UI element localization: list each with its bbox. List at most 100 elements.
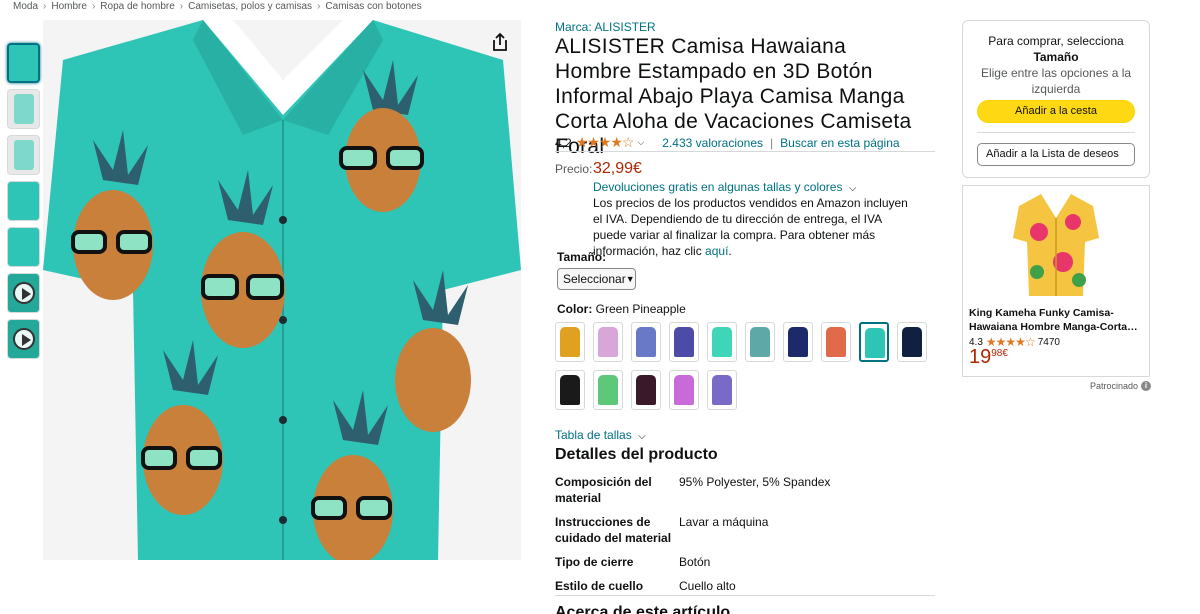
size-select-value: Seleccionar [563,272,626,286]
swatch-shirt-image [902,327,922,357]
color-swatch[interactable] [859,322,889,362]
details-value: Cuello alto [679,579,736,593]
color-value: Green Pineapple [595,302,686,316]
color-label: Color: [557,302,593,316]
add-to-cart-button[interactable]: Añadir a la cesta [977,100,1135,123]
breadcrumb: Moda › Hombre › Ropa de hombre › Camisetas, po… [13,1,422,12]
size-label: Tamaño: [557,250,607,264]
swatch-shirt-image [598,375,618,405]
swatch-shirt-image [636,375,656,405]
color-swatch[interactable] [821,322,851,362]
swatch-shirt-image [750,327,770,357]
details-key: Instrucciones de cuidado del material [555,515,672,545]
thumbnail-5[interactable] [7,227,40,267]
color-swatch[interactable] [555,322,585,362]
tax-info-text: Los precios de los productos vendidos en… [593,196,908,258]
shirt-image [43,20,521,560]
color-swatch[interactable] [707,322,737,362]
add-to-wishlist-button[interactable]: Añadir a la Lista de deseos [977,143,1135,166]
thumbnail-video-2[interactable] [7,319,40,359]
ad-price-currency: € [1002,348,1008,359]
color-swatch[interactable] [669,370,699,410]
breadcrumb-item-camisas-botones[interactable]: Camisas con botones [325,1,421,12]
thumbnail-list [7,43,40,365]
details-table: Composición del material 95% Polyester, … [555,474,855,602]
buy-box-message: Para comprar, selecciona Tamaño Elige en… [963,33,1149,97]
breadcrumb-separator: › [91,1,96,12]
returns-link[interactable]: Devoluciones gratis en algunas tallas y … [593,180,856,194]
details-value: Lavar a máquina [679,515,769,529]
swatch-shirt-image [674,327,694,357]
swatch-shirt-image [826,327,846,357]
price-label: Precio: [555,162,593,176]
breadcrumb-separator: › [179,1,184,12]
breadcrumb-item-camisetas[interactable]: Camisetas, polos y camisas [188,1,312,12]
star-rating-icon[interactable]: ★★★★☆ [576,134,635,151]
chevron-down-icon: ⌵ [848,183,857,194]
swatch-shirt-image [560,327,580,357]
ad-product-image[interactable] [1013,192,1099,298]
swatch-shirt-image [788,327,808,357]
ad-price-fraction: 98 [991,348,1003,359]
thumbnail-4[interactable] [7,181,40,221]
color-swatch[interactable] [631,370,661,410]
color-swatch[interactable] [593,322,623,362]
swatch-shirt-image [712,375,732,405]
brand-link[interactable]: Marca: ALISISTER [555,20,656,34]
color-row: Color: Green Pineapple [557,302,686,316]
ad-price-whole: 19 [969,346,992,368]
divider [555,595,935,596]
swatch-shirt-image [712,327,732,357]
size-select[interactable]: Seleccionar ▼ [557,268,636,290]
tax-info-link[interactable]: aquí [705,244,728,258]
swatch-shirt-image [636,327,656,357]
details-key: Tipo de cierre [555,555,634,569]
thumbnail-video-1[interactable] [7,273,40,313]
color-swatch[interactable] [631,322,661,362]
color-swatch[interactable] [707,370,737,410]
color-swatch[interactable] [669,322,699,362]
main-product-image[interactable] [43,20,521,560]
chevron-down-icon[interactable]: ⌵ [637,137,644,148]
details-row: Estilo de cuello Cuello alto [555,578,855,594]
share-icon[interactable] [490,32,510,52]
sponsored-label[interactable]: Patrocinado i [1090,381,1152,391]
ratings-count-link[interactable]: 2.433 valoraciones [662,136,763,150]
details-value: Botón [679,555,711,569]
rating-row: 4,2 ★★★★☆ ⌵ 2.433 valoraciones | Buscar … [555,134,900,151]
details-row: Composición del material 95% Polyester, … [555,474,855,506]
thumbnail-1[interactable] [7,43,40,83]
breadcrumb-item-hombre[interactable]: Hombre [51,1,87,12]
search-page-link[interactable]: Buscar en esta página [780,136,899,150]
info-icon[interactable]: i [1141,381,1152,391]
breadcrumb-item-ropa[interactable]: Ropa de hombre [100,1,175,12]
color-swatch[interactable] [745,322,775,362]
buy-box-message-line-1: Para comprar, selecciona [988,34,1124,48]
color-swatch[interactable] [593,370,623,410]
color-swatch[interactable] [897,322,927,362]
details-row: Tipo de cierre Botón [555,554,855,570]
details-key: Composición del material [555,475,652,505]
tax-info: Los precios de los productos vendidos en… [593,196,908,258]
chevron-down-icon: ▼ [625,274,635,284]
thumbnail-3[interactable] [7,135,40,175]
ad-title[interactable]: King Kameha Funky Camisa-Hawaiana Hombre… [969,306,1145,334]
details-key: Estilo de cuello [555,579,644,593]
size-table-text: Tabla de tallas [555,428,632,442]
color-swatch[interactable] [555,370,585,410]
breadcrumb-item-moda[interactable]: Moda [13,1,38,12]
color-swatch[interactable] [783,322,813,362]
size-table-link[interactable]: Tabla de tallas ⌵ [555,428,646,442]
play-icon [13,282,35,304]
play-icon [13,328,35,350]
thumbnail-2[interactable] [7,89,40,129]
details-row: Instrucciones de cuidado del material La… [555,514,855,546]
color-swatches [555,322,935,410]
rating-value: 4,2 [555,135,572,150]
sponsored-ad[interactable]: King Kameha Funky Camisa-Hawaiana Hombre… [962,185,1150,377]
separator: | [770,135,774,150]
details-title: Detalles del producto [555,446,718,463]
ad-reviews-count: 7470 [1037,336,1060,348]
about-heading: Acerca de este artículo [555,604,731,614]
divider [977,132,1135,133]
